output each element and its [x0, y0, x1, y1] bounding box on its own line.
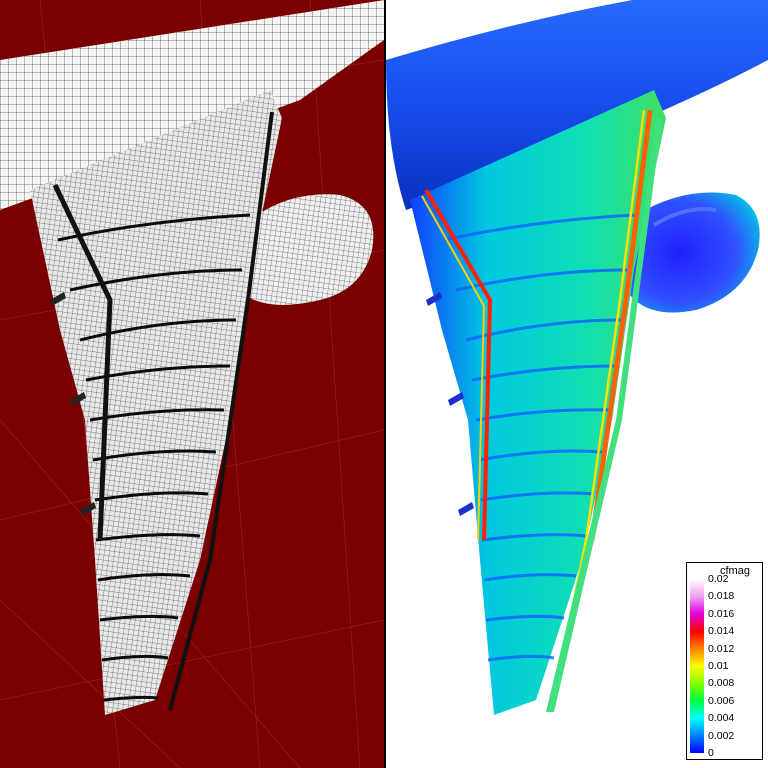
legend-label: 0.002	[708, 729, 735, 742]
surface-mesh-view	[0, 0, 384, 768]
legend-label: 0.01	[708, 660, 729, 672]
color-legend: cfmag 0.02 0.018 0.016 0.014 0.012 0.01 0.008 0…	[686, 562, 763, 760]
legend-label: 0.012	[708, 642, 735, 655]
legend-label: 0.004	[708, 712, 735, 725]
legend-label: 0.018	[708, 590, 735, 603]
legend-label: 0.014	[708, 625, 735, 638]
legend-color-bar	[690, 579, 704, 753]
legend-label: 0.016	[708, 607, 735, 620]
mesh-image	[0, 0, 384, 768]
legend-label: 0.008	[708, 677, 735, 690]
legend-label: 0	[708, 747, 714, 759]
legend-label: 0.02	[708, 573, 729, 585]
legend-label: 0.006	[708, 694, 735, 707]
wing	[410, 90, 666, 715]
